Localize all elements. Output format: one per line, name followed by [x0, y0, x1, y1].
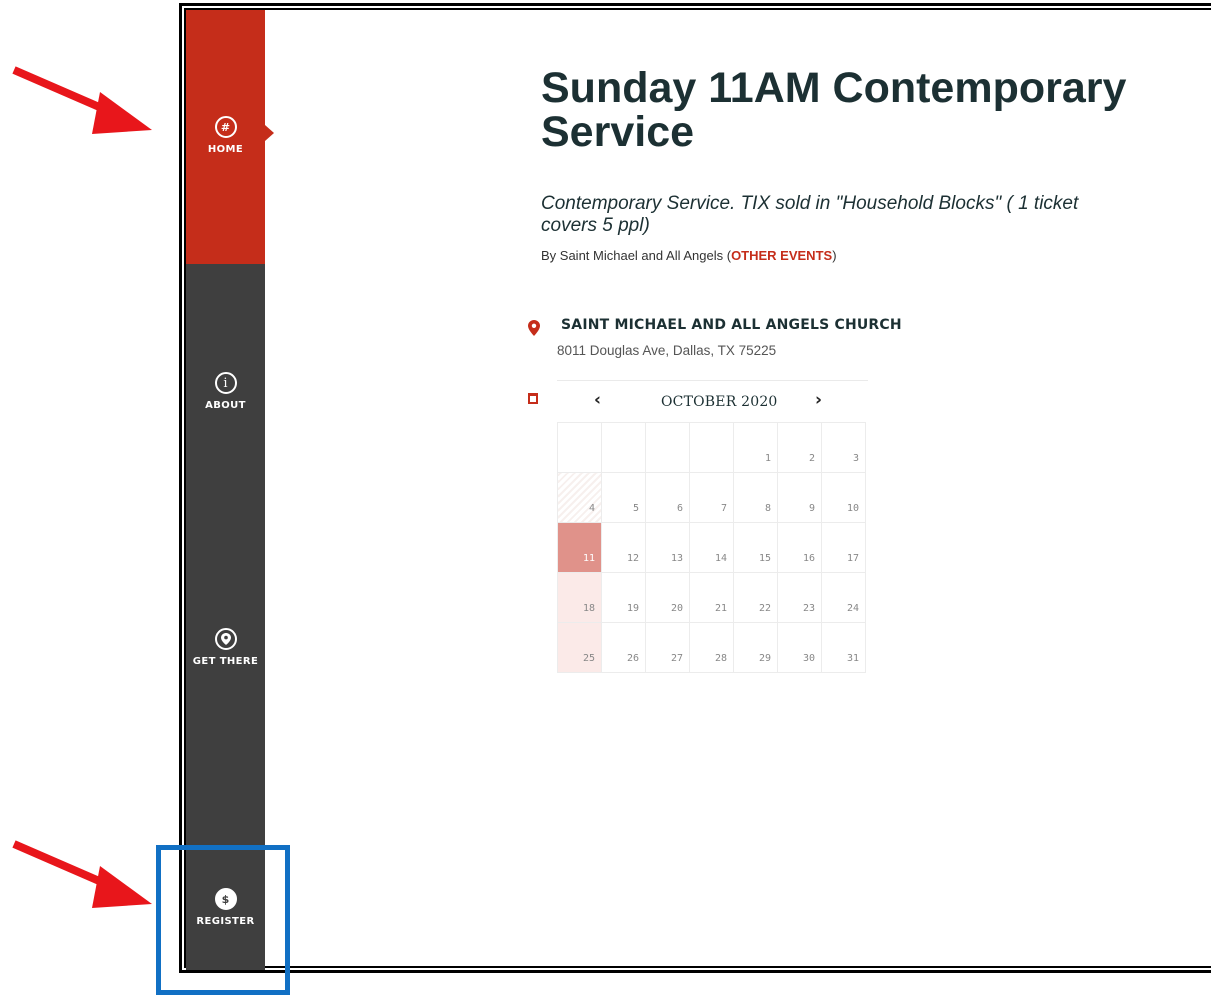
calendar-day-21: 21 [689, 572, 734, 623]
annotation-arrow-icon [12, 66, 152, 134]
sidebar-item-label: HOME [207, 144, 244, 155]
calendar-day-2: 2 [777, 422, 822, 473]
calendar-day-1: 1 [733, 422, 778, 473]
calendar-day-10: 10 [821, 472, 866, 523]
calendar-day-16: 16 [777, 522, 822, 573]
calendar-empty-cell [601, 422, 646, 473]
byline-suffix: ) [832, 248, 837, 263]
calendar-week-row: 11 12 13 14 15 16 17 [557, 522, 866, 573]
calendar-day-5: 5 [601, 472, 646, 523]
active-indicator-caret [265, 125, 274, 141]
calendar-day-3: 3 [821, 422, 866, 473]
annotation-arrow-icon [12, 840, 152, 908]
other-events-link[interactable]: OTHER EVENTS [731, 248, 832, 263]
calendar-day-23: 23 [777, 572, 822, 623]
sidebar-item-label: GET THERE [192, 656, 259, 667]
hash-icon: # [214, 116, 237, 138]
divider [557, 380, 868, 381]
annotation-highlight-box [156, 845, 290, 995]
map-pin-icon [528, 320, 540, 341]
sidebar-item-about[interactable]: i ABOUT [186, 372, 265, 411]
calendar-day-22: 22 [733, 572, 778, 623]
calendar-day-30: 30 [777, 622, 822, 673]
calendar-week-row: 4 5 6 7 8 9 10 [557, 472, 866, 523]
info-icon: i [214, 372, 237, 394]
calendar-day-24: 24 [821, 572, 866, 623]
calendar-day-19: 19 [601, 572, 646, 623]
calendar-day-20: 20 [645, 572, 690, 623]
calendar-day-15: 15 [733, 522, 778, 573]
calendar-day-17: 17 [821, 522, 866, 573]
calendar-day-31: 31 [821, 622, 866, 673]
calendar-day-13: 13 [645, 522, 690, 573]
calendar-day-4: 4 [557, 472, 602, 523]
calendar-day-18[interactable]: 18 [557, 572, 602, 623]
calendar-week-row: 18 19 20 21 22 23 24 [557, 572, 866, 623]
calendar-day-26: 26 [601, 622, 646, 673]
sidebar-item-get-there[interactable]: GET THERE [186, 628, 265, 667]
calendar-next-button[interactable]: › [815, 390, 822, 410]
calendar-empty-cell [689, 422, 734, 473]
event-subtitle: Contemporary Service. TIX sold in "House… [541, 193, 1079, 236]
calendar-day-25[interactable]: 25 [557, 622, 602, 673]
calendar-day-9: 9 [777, 472, 822, 523]
calendar-empty-cell [557, 422, 602, 473]
calendar-icon [528, 393, 538, 404]
sidebar-item-home[interactable]: # HOME [186, 10, 265, 264]
sidebar-nav: # HOME i ABOUT GET THERE $ REGISTER [186, 10, 265, 970]
calendar-day-28: 28 [689, 622, 734, 673]
calendar-day-27: 27 [645, 622, 690, 673]
calendar-week-row: 123 [557, 422, 866, 473]
event-byline: By Saint Michael and All Angels (OTHER E… [541, 248, 837, 263]
page-title: Sunday 11AM Contemporary Service [541, 64, 1127, 156]
sidebar-item-label: ABOUT [205, 400, 246, 411]
calendar-week-row: 25 26 27 28 29 30 31 [557, 622, 866, 673]
byline-prefix: By Saint Michael and All Angels ( [541, 248, 732, 263]
calendar-day-14: 14 [689, 522, 734, 573]
calendar-empty-cell [645, 422, 690, 473]
calendar-day-6: 6 [645, 472, 690, 523]
venue-address: 8011 Douglas Ave, Dallas, TX 75225 [557, 343, 777, 358]
calendar-day-8: 8 [733, 472, 778, 523]
calendar-prev-button[interactable]: ‹ [594, 390, 601, 410]
calendar-day-7: 7 [689, 472, 734, 523]
location-pin-icon [214, 628, 237, 650]
venue-name: SAINT MICHAEL AND ALL ANGELS CHURCH [561, 317, 902, 333]
calendar-day-29: 29 [733, 622, 778, 673]
calendar-day-12: 12 [601, 522, 646, 573]
calendar-grid: 1 2 3 4 5 6 7 8 9 10 11 12 13 14 15 16 17 18 19 20 21 22 23 24 2… [557, 422, 866, 673]
calendar-day-11[interactable]: 11 [557, 522, 602, 573]
calendar-month-label: OCTOBER 2020 [661, 394, 778, 410]
